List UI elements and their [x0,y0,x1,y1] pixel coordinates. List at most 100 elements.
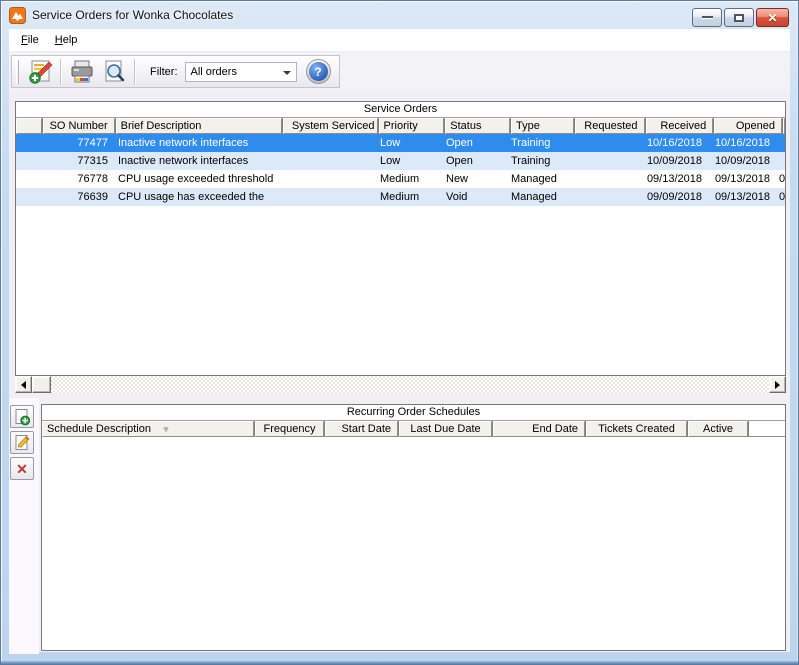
toolbar-grip-handle[interactable] [16,59,19,84]
close-icon: ✕ [767,10,778,25]
delete-schedule-icon: ✕ [16,460,28,477]
col-header-status[interactable]: Status [445,118,511,134]
so-number: 77315 [77,155,108,167]
col-header-last-due-date[interactable]: Last Due Date [399,421,492,437]
priority: Medium [380,191,420,203]
filter-value: All orders [190,65,237,78]
table-row[interactable]: 77315 Inactive network interfaces Low Op… [16,152,785,170]
priority: Low [380,137,401,149]
col-header-selector[interactable] [16,118,42,134]
toolbar-separator [134,58,136,85]
received-date: 10/09/2018 [646,155,702,167]
new-service-order-icon [29,60,53,84]
scroll-right-button[interactable] [769,376,786,393]
type: Managed [511,173,557,185]
col-header-end-date[interactable]: End Date [493,421,585,437]
menu-file-accel: F [21,34,28,46]
col-header-frequency[interactable]: Frequency [255,421,324,437]
col-header-requested[interactable]: Requested [574,118,645,134]
arrow-right-icon [775,380,780,389]
service-orders-grid: Service Orders SO Number Brief Descripti… [15,101,786,376]
col-header-brief-description[interactable]: Brief Description [115,118,282,134]
help-button[interactable]: ? [305,59,331,84]
opened-date: 09/13/2018 [714,191,770,203]
scrollbar-track[interactable] [51,376,769,393]
arrow-left-icon [21,380,26,389]
print-preview-button[interactable] [98,57,130,86]
received-date: 10/16/2018 [646,137,702,149]
opened-date: 10/09/2018 [714,155,770,167]
recurring-toolbar: ✕ [10,405,34,480]
edit-schedule-button[interactable] [10,431,34,454]
new-service-order-button[interactable] [24,57,56,86]
scroll-left-button[interactable] [15,376,32,393]
minimize-button[interactable] [692,8,722,27]
status: Void [446,191,468,203]
table-row[interactable]: 76778 CPU usage exceeded threshold Mediu… [16,170,785,188]
col-header-type[interactable]: Type [511,118,574,134]
service-orders-body: 77477 Inactive network interfaces Low Op… [16,134,785,206]
col-header-filler [749,421,785,437]
help-icon: ? [308,62,328,81]
window-title: Service Orders for Wonka Chocolates [32,8,234,22]
so-number: 76778 [77,173,108,185]
service-orders-header: SO Number Brief Description System Servi… [16,118,785,134]
app-window: Service Orders for Wonka Chocolates ✕ Fi… [0,0,799,665]
menu-help-rest: elp [62,34,78,46]
recurring-header: Schedule Description ▼ Frequency Start D… [42,421,785,437]
col-header-opened[interactable]: Opened [714,118,782,134]
delete-schedule-button[interactable]: ✕ [10,457,34,480]
type: Training [511,137,551,149]
add-schedule-icon [15,408,31,425]
print-button[interactable] [66,57,98,86]
filter-dropdown[interactable]: All orders [184,61,297,82]
col-header-priority[interactable]: Priority [378,118,445,134]
menu-help-accel: H [54,34,63,46]
col-header-system-serviced[interactable]: System Serviced [282,118,378,134]
menu-file[interactable]: File [13,30,47,50]
titlebar[interactable]: Service Orders for Wonka Chocolates ✕ [1,1,798,29]
table-row[interactable]: 77477 Inactive network interfaces Low Op… [16,134,785,152]
recurring-caption: Recurring Order Schedules [42,405,785,421]
minimize-icon [701,16,713,19]
brief-description: CPU usage has exceeded the [118,191,265,203]
brief-description: Inactive network interfaces [118,137,249,149]
app-logo-icon [9,6,26,24]
schedule-description-label: Schedule Description [47,423,151,435]
horizontal-scrollbar[interactable] [15,376,786,393]
chevron-down-icon [282,70,291,75]
brief-description: CPU usage exceeded threshold [118,173,274,185]
toolbar: Filter: All orders ? [9,52,790,90]
status: Open [446,155,473,167]
close-button[interactable]: ✕ [756,8,789,27]
col-header-received[interactable]: Received [645,118,714,134]
col-header-active[interactable]: Active [688,421,748,437]
opened-date: 10/16/2018 [714,137,770,149]
edit-schedule-icon [15,434,30,450]
scrollbar-thumb[interactable] [32,376,51,393]
col-header-so-number[interactable]: SO Number [42,118,115,134]
menu-help[interactable]: Help [47,30,86,50]
priority: Medium [380,173,420,185]
add-schedule-button[interactable] [10,405,34,428]
menu-file-rest: ile [27,34,39,46]
brief-description: Inactive network interfaces [118,155,249,167]
col-header-start-date[interactable]: Start Date [325,421,398,437]
opened-date: 09/13/2018 [714,173,770,185]
toolbar-panel: Filter: All orders ? [11,55,340,88]
menubar: File Help [9,29,790,52]
received-date: 09/13/2018 [646,173,702,185]
filter-label: Filter: [150,65,178,78]
table-row[interactable]: 76639 CPU usage has exceeded the Medium … [16,188,785,206]
recurring-schedules-grid: Recurring Order Schedules Schedule Descr… [41,404,786,651]
service-orders-caption: Service Orders [16,102,785,118]
received-date: 09/09/2018 [646,191,702,203]
print-icon [71,60,93,82]
maximize-button[interactable] [724,8,754,27]
toolbar-separator [60,58,62,85]
col-header-tickets-created[interactable]: Tickets Created [586,421,687,437]
col-header-schedule-description[interactable]: Schedule Description ▼ [42,421,254,437]
priority: Low [380,155,401,167]
overflow-cell: 0 [779,191,785,203]
col-header-overflow [782,118,785,134]
